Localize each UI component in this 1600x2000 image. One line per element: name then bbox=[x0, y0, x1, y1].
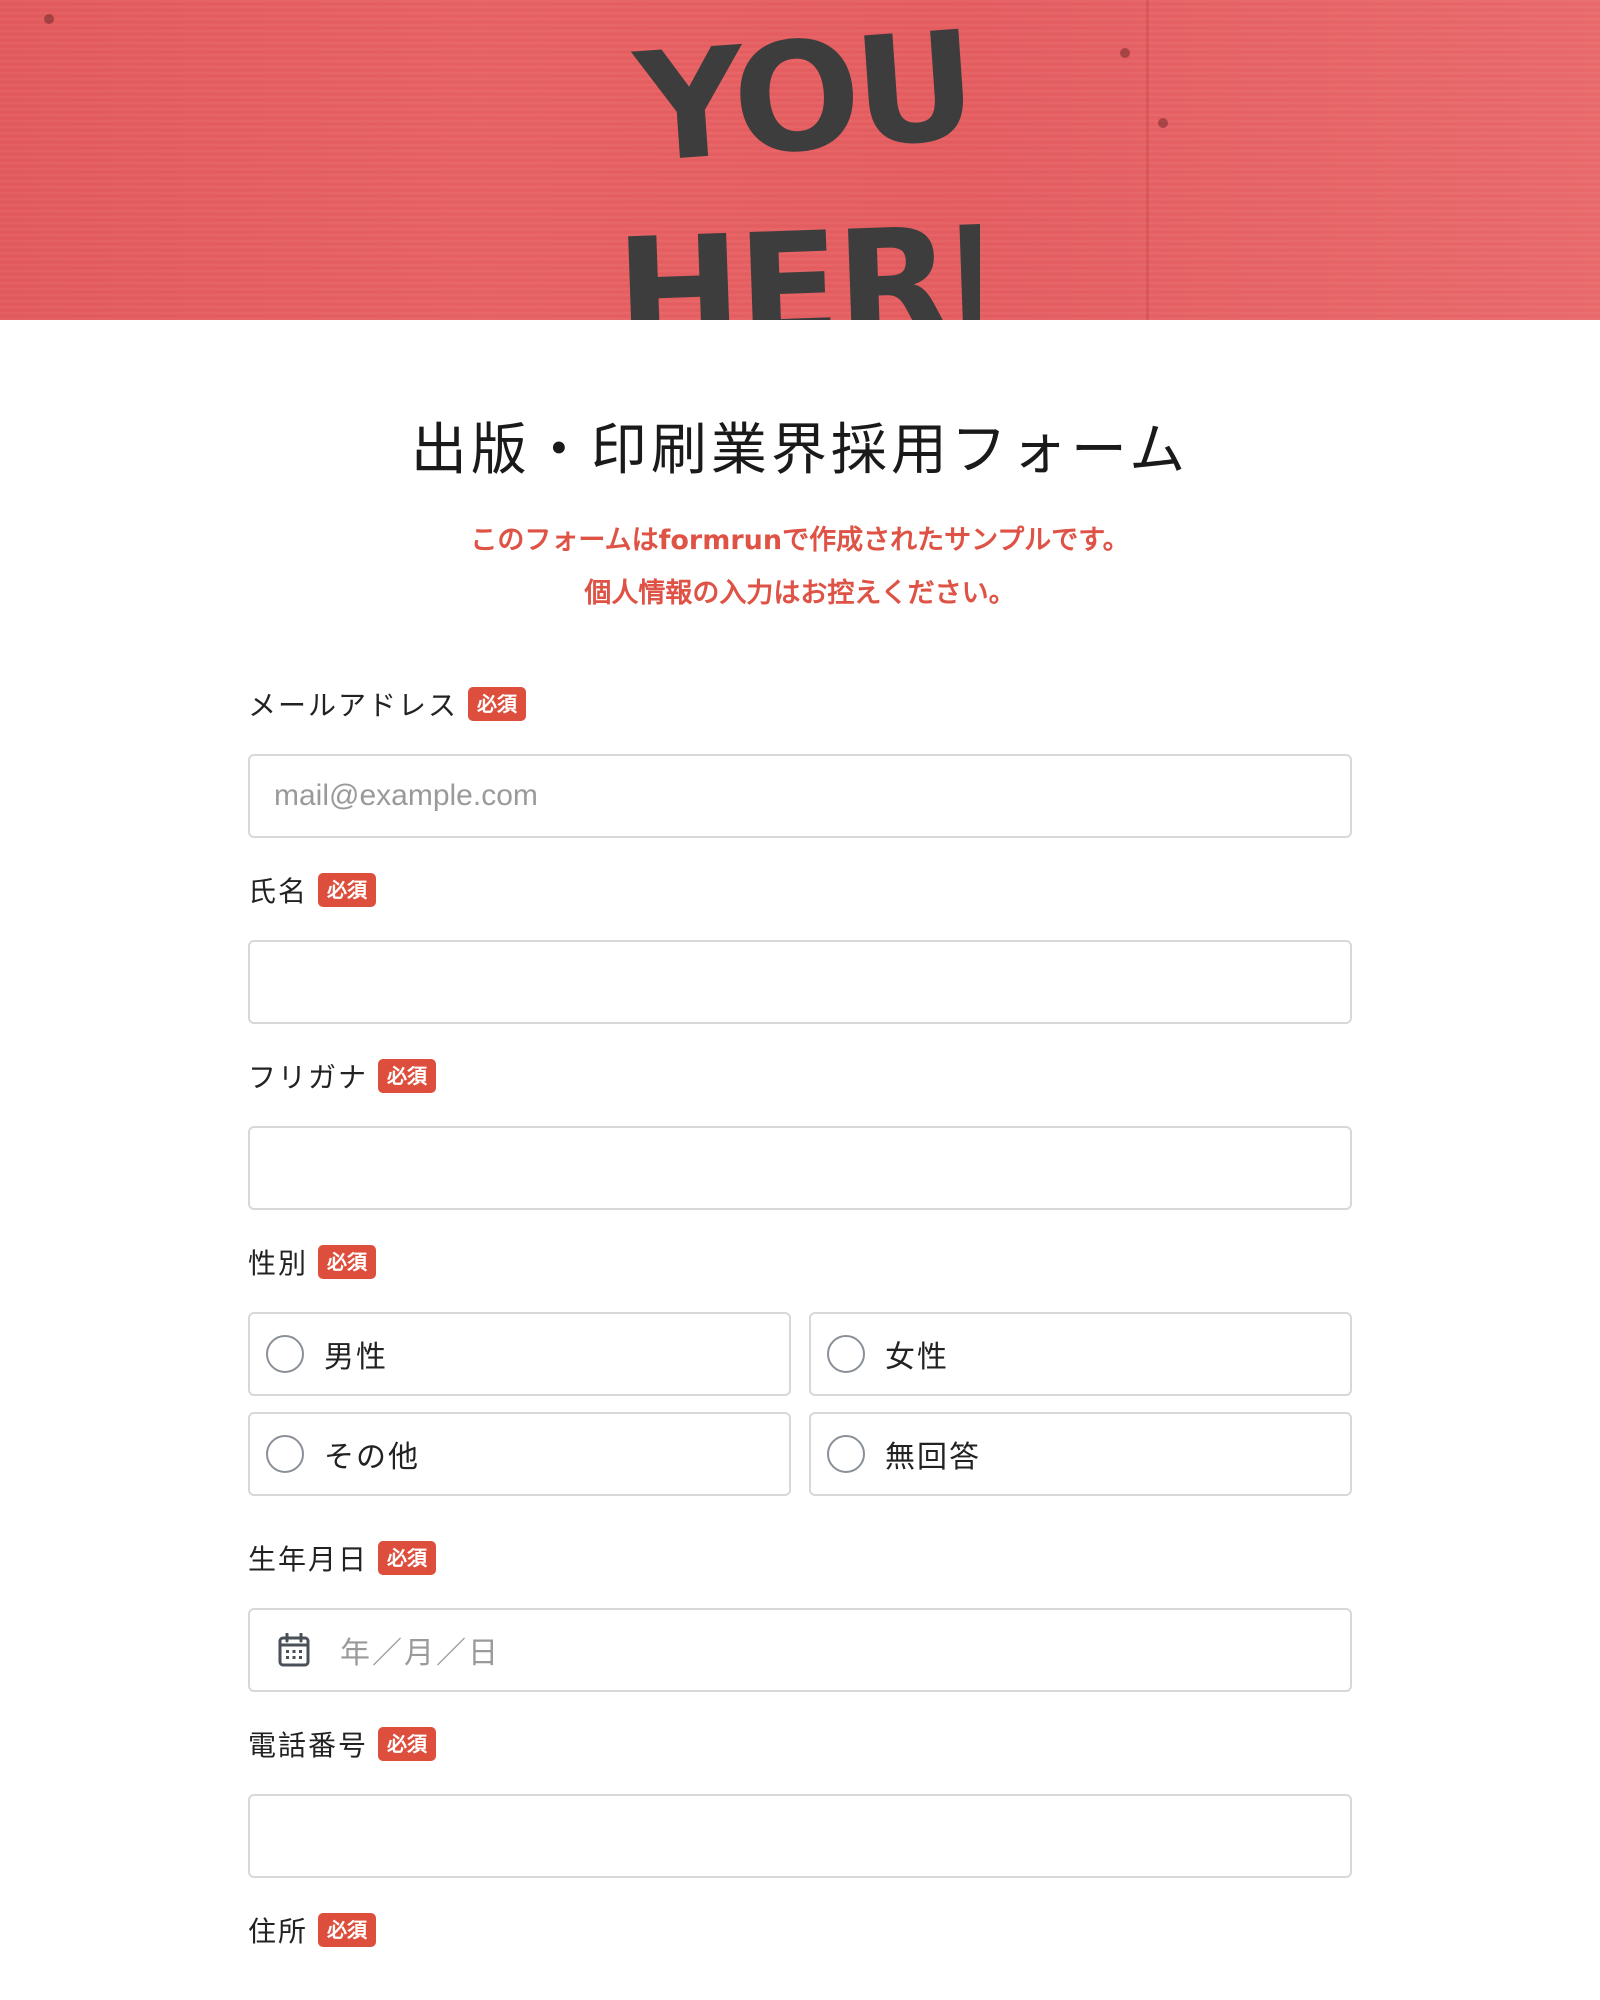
required-badge: 必須 bbox=[378, 1541, 437, 1575]
gender-option-male[interactable]: 男性 bbox=[248, 1312, 791, 1396]
birthdate-input[interactable]: 年／月／日 bbox=[248, 1608, 1352, 1692]
gender-option-other[interactable]: その他 bbox=[248, 1412, 791, 1496]
hero-text-you: YOU bbox=[628, 10, 976, 197]
radio-label: 男性 bbox=[324, 1340, 388, 1375]
address-label: 住所 bbox=[248, 1915, 309, 1948]
radio-button[interactable] bbox=[266, 1435, 304, 1473]
radio-label: その他 bbox=[324, 1440, 420, 1475]
name-input[interactable] bbox=[248, 940, 1352, 1024]
form-container: 出版・印刷業界採用フォーム このフォームはformrunで作成されたサンプルです… bbox=[248, 320, 1352, 1952]
email-input[interactable] bbox=[248, 754, 1352, 838]
required-badge: 必須 bbox=[468, 687, 527, 721]
birthdate-placeholder: 年／月／日 bbox=[340, 1636, 500, 1671]
board-seam bbox=[1146, 0, 1149, 320]
header-image: YOU HERE bbox=[0, 0, 1600, 320]
radio-button[interactable] bbox=[827, 1435, 865, 1473]
name-label: 氏名 bbox=[248, 875, 309, 908]
nail-hole bbox=[1158, 118, 1168, 128]
page-title: 出版・印刷業界採用フォーム bbox=[410, 418, 1190, 483]
required-badge: 必須 bbox=[318, 1913, 377, 1947]
notice-line-1: このフォームはformrunで作成されたサンプルです。 bbox=[470, 525, 1130, 556]
radio-button[interactable] bbox=[266, 1335, 304, 1373]
radio-label: 女性 bbox=[885, 1340, 949, 1375]
nail-hole bbox=[44, 14, 54, 24]
calendar-icon bbox=[278, 1633, 310, 1667]
email-label: メールアドレス bbox=[248, 689, 459, 722]
required-badge: 必須 bbox=[378, 1727, 437, 1761]
furigana-field-group: フリガナ 必須 bbox=[248, 1054, 1352, 1210]
birthdate-label: 生年月日 bbox=[248, 1543, 369, 1576]
phone-field-group: 電話番号 必須 bbox=[248, 1722, 1352, 1878]
birthdate-field-group: 生年月日 必須 年／月／日 bbox=[248, 1536, 1352, 1692]
phone-input[interactable] bbox=[248, 1794, 1352, 1878]
hero-text-here: HERE bbox=[613, 193, 980, 320]
furigana-label: フリガナ bbox=[248, 1061, 369, 1094]
gender-radio-group: 男性 女性 その他 無回答 bbox=[248, 1312, 1352, 1496]
address-field-group: 住所 必須 bbox=[248, 1908, 1352, 1952]
furigana-input[interactable] bbox=[248, 1126, 1352, 1210]
sample-notice: このフォームはformrunで作成されたサンプルです。 個人情報の入力はお控えく… bbox=[248, 514, 1352, 620]
radio-button[interactable] bbox=[827, 1335, 865, 1373]
required-badge: 必須 bbox=[318, 873, 377, 907]
required-badge: 必須 bbox=[378, 1059, 437, 1093]
application-form: メールアドレス 必須 氏名 必須 フリガナ 必須 性別 必須 bbox=[248, 682, 1352, 1952]
required-badge: 必須 bbox=[318, 1245, 377, 1279]
nail-hole bbox=[1120, 48, 1130, 58]
gender-option-female[interactable]: 女性 bbox=[809, 1312, 1352, 1396]
gender-option-no-answer[interactable]: 無回答 bbox=[809, 1412, 1352, 1496]
name-field-group: 氏名 必須 bbox=[248, 868, 1352, 1024]
email-field-group: メールアドレス 必須 bbox=[248, 682, 1352, 838]
notice-line-2: 個人情報の入力はお控えください。 bbox=[584, 578, 1016, 609]
you-here-graffiti: YOU HERE bbox=[613, 10, 980, 320]
radio-label: 無回答 bbox=[885, 1440, 981, 1475]
gender-field-group: 性別 必須 男性 女性 その他 無回答 bbox=[248, 1240, 1352, 1496]
phone-label: 電話番号 bbox=[248, 1729, 369, 1762]
gender-label: 性別 bbox=[248, 1247, 309, 1280]
